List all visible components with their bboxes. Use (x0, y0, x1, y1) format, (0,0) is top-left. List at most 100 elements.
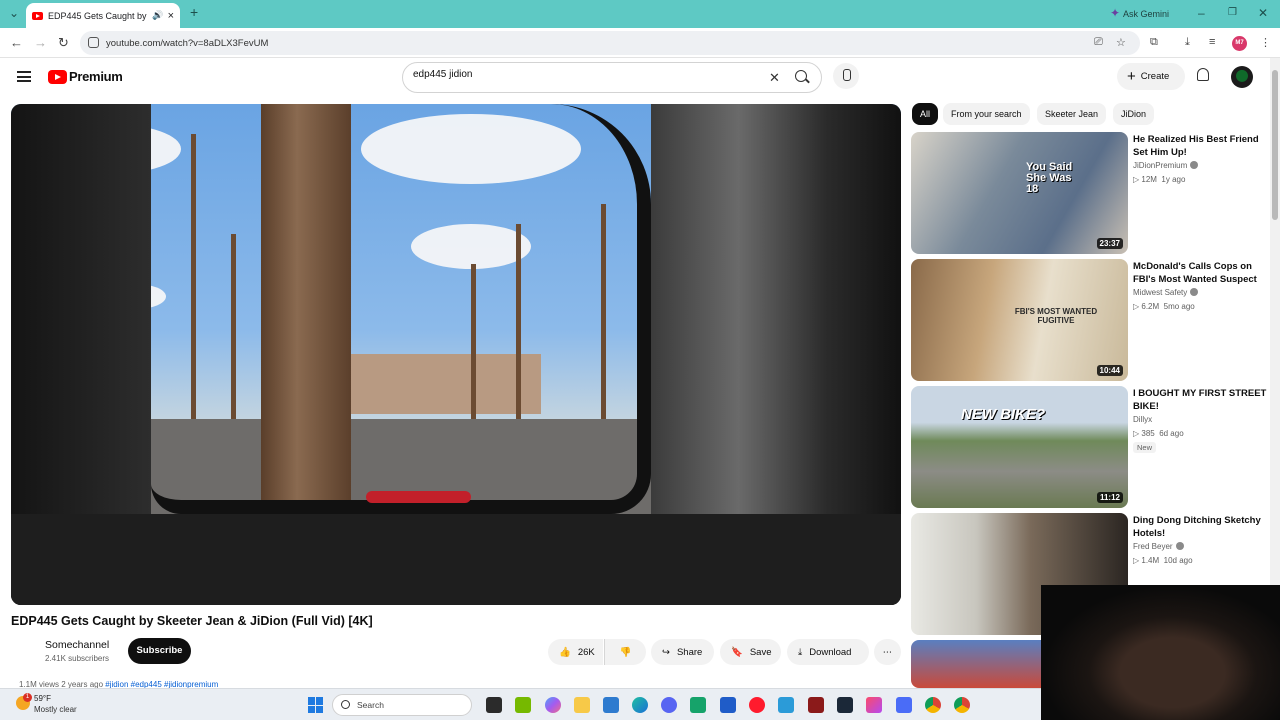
minimize-window-icon[interactable]: – (1198, 6, 1205, 20)
video-duration: 23:37 (1096, 238, 1123, 249)
youtube-favicon-icon (32, 11, 43, 20)
windows-start-icon[interactable] (308, 697, 324, 713)
address-bar[interactable]: youtube.com/watch?v=8aDLX3FevUM (80, 31, 1140, 55)
recommended-channel[interactable]: Dillyx (1133, 415, 1152, 424)
app-cyan-icon[interactable] (778, 697, 794, 713)
account-avatar[interactable] (1231, 66, 1253, 88)
taskbar-search[interactable]: Search (332, 694, 472, 716)
ask-gemini-button[interactable]: Ask Gemini (1123, 9, 1169, 19)
weather-widget[interactable]: 1 59°F Mostly clear (16, 693, 136, 717)
clear-search-icon[interactable]: ✕ (769, 70, 780, 86)
media-controls-icon[interactable]: ≡ (1209, 36, 1215, 48)
discord-icon[interactable] (661, 697, 677, 713)
youtube-header: Premium ✕ + Create (0, 58, 1270, 98)
back-arrow-icon[interactable]: ← (10, 35, 23, 50)
audio-playing-icon[interactable]: 🔊 (152, 10, 163, 21)
recommended-title[interactable]: Ding Dong Ditching Sketchy Hotels! (1133, 514, 1268, 540)
chip-all[interactable]: All (912, 103, 939, 125)
video-thumbnail[interactable]: FBI'S MOST WANTED FUGITIVE 10:44 (911, 259, 1128, 381)
video-thumbnail[interactable]: NEW BIKE? 11:12 (911, 386, 1128, 508)
more-actions-button[interactable]: ⋯ (874, 639, 901, 665)
recommended-video[interactable]: You Said She Was 18 23:37 He Realized Hi… (911, 132, 1266, 254)
voice-search-microphone-icon[interactable] (833, 63, 859, 89)
nvidia-app-icon[interactable] (515, 697, 531, 713)
search-input[interactable] (413, 69, 753, 80)
chip-skeeter-jean[interactable]: Skeeter Jean (1037, 103, 1107, 125)
hamburger-menu-icon[interactable] (17, 71, 31, 82)
tab-search-chevron-icon[interactable]: ⌄ (9, 6, 19, 20)
scrollbar-thumb[interactable] (1272, 70, 1278, 220)
url-text: youtube.com/watch?v=8aDLX3FevUM (106, 37, 269, 49)
share-arrow-icon: ↪ (662, 646, 670, 658)
gemini-spark-icon[interactable]: ✦ (1110, 6, 1120, 20)
recommended-channel[interactable]: JiDionPremium (1133, 161, 1199, 170)
recommended-video[interactable]: FBI'S MOST WANTED FUGITIVE 10:44 McDonal… (911, 259, 1266, 381)
like-button[interactable]: 👍 26K (548, 639, 603, 665)
chip-from-your-search[interactable]: From your search (943, 103, 1030, 125)
music-app-icon[interactable] (866, 697, 882, 713)
reload-icon[interactable]: ↻ (58, 35, 69, 51)
verified-badge-icon (1175, 542, 1184, 550)
search-icon[interactable] (795, 70, 807, 82)
notifications-bell-icon[interactable] (1197, 68, 1209, 81)
app-indigo-icon[interactable] (896, 697, 912, 713)
recommended-channel[interactable]: Midwest Safety (1133, 288, 1199, 297)
recommended-channel[interactable]: Fred Beyer (1133, 542, 1184, 551)
steam-icon[interactable] (837, 697, 853, 713)
save-button[interactable]: 🔖 Save (720, 639, 781, 665)
channel-avatar[interactable] (11, 640, 37, 666)
recommended-video[interactable]: NEW BIKE? 11:12 I BOUGHT MY FIRST STREET… (911, 386, 1266, 508)
copilot-icon[interactable] (545, 697, 561, 713)
more-dots-icon: ⋯ (882, 646, 893, 658)
video-thumbnail[interactable]: You Said She Was 18 23:37 (911, 132, 1128, 254)
chrome-profile-icon[interactable] (954, 697, 970, 713)
opera-icon[interactable] (749, 697, 765, 713)
close-tab-icon[interactable]: × (168, 10, 174, 22)
video-player[interactable] (11, 104, 901, 605)
downloads-icon[interactable]: ⤓ (1185, 36, 1190, 49)
recommended-title[interactable]: He Realized His Best Friend Set Him Up! (1133, 133, 1268, 159)
youtube-premium-brand[interactable]: Premium (69, 69, 123, 84)
like-count: 26K (577, 646, 595, 658)
create-button[interactable]: + Create (1117, 63, 1185, 90)
forward-arrow-icon[interactable]: → (34, 35, 47, 50)
browser-tab[interactable]: EDP445 Gets Caught by Ske 🔊 × (26, 3, 180, 28)
share-label: Share (676, 646, 703, 658)
outlook-icon[interactable] (603, 697, 619, 713)
video-duration: 11:12 (1096, 492, 1123, 503)
file-explorer-icon[interactable] (574, 697, 590, 713)
plus-icon: + (1127, 67, 1136, 85)
recommended-title[interactable]: McDonald's Calls Cops on FBI's Most Want… (1133, 260, 1268, 286)
recommended-meta: ▷ 6.2M 5mo ago (1133, 302, 1195, 311)
browser-tab-strip: ⌄ EDP445 Gets Caught by Ske 🔊 × + ✦ Ask … (0, 0, 1280, 28)
door-handle-shape (366, 491, 471, 503)
bookmark-star-icon[interactable]: ☆ (1116, 36, 1126, 49)
download-label: Download (809, 646, 852, 658)
task-view-icon[interactable] (486, 697, 502, 713)
app-green-icon[interactable] (690, 697, 706, 713)
subscribe-button[interactable]: Subscribe (128, 638, 191, 664)
edge-browser-icon[interactable] (632, 697, 648, 713)
app-red-icon[interactable] (808, 697, 824, 713)
channel-name[interactable]: Somechannel (45, 639, 109, 651)
site-info-icon[interactable] (88, 37, 99, 48)
close-window-icon[interactable]: ✕ (1258, 6, 1268, 20)
video-duration: 10:44 (1096, 365, 1123, 376)
browser-menu-icon[interactable]: ⋮ (1260, 36, 1271, 49)
youtube-logo-icon[interactable] (48, 70, 67, 84)
download-button[interactable]: ⤓ Download (787, 639, 869, 665)
recommended-title[interactable]: I BOUGHT MY FIRST STREET BIKE! (1133, 387, 1268, 413)
share-button[interactable]: ↪ Share (651, 639, 714, 665)
extensions-icon[interactable]: ⧉ (1150, 36, 1158, 49)
download-icon: ⤓ (798, 646, 803, 658)
new-tab-icon[interactable]: + (190, 4, 198, 20)
save-label: Save (749, 646, 772, 658)
chrome-icon[interactable] (925, 697, 941, 713)
weather-notification-badge: 1 (23, 693, 32, 702)
cast-icon[interactable]: ⎚ (1094, 36, 1103, 49)
app-blue-icon[interactable] (720, 697, 736, 713)
dislike-button[interactable]: 👎 (604, 639, 646, 665)
chip-jidion[interactable]: JiDion (1113, 103, 1155, 125)
profile-avatar[interactable]: M7 (1232, 36, 1247, 51)
maximize-window-icon[interactable]: ❐ (1228, 7, 1237, 18)
